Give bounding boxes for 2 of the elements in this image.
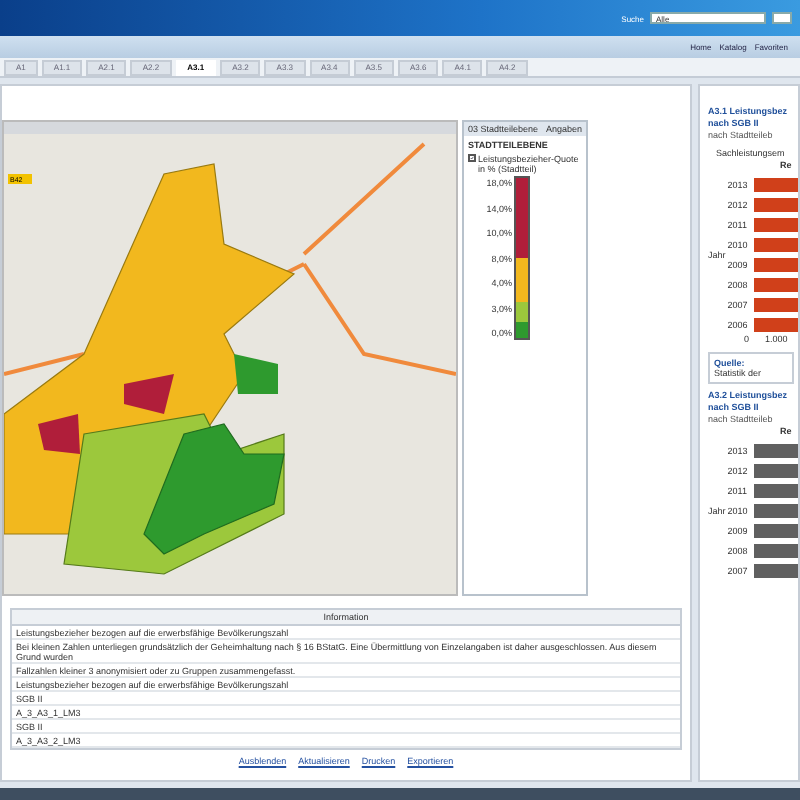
- search-field[interactable]: [772, 12, 792, 24]
- layer-checkbox[interactable]: [468, 154, 476, 162]
